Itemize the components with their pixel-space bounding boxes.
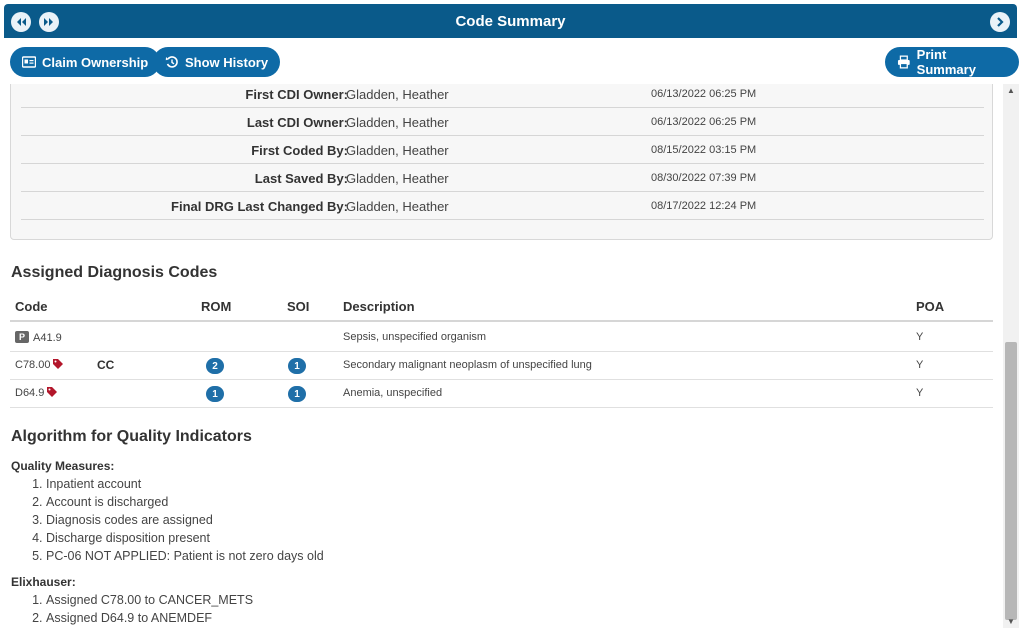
quality-measures-title: Quality Measures:: [11, 459, 115, 473]
owner-row: Last Saved By: Gladden, Heather 08/30/2022…: [21, 164, 984, 192]
list-item: Assigned D64.9 to ANEMDEF: [46, 609, 253, 627]
list-item: Assigned C78.00 to CANCER_METS: [46, 591, 253, 609]
col-rom: ROM: [201, 299, 232, 314]
rom-badge: 2: [206, 358, 224, 374]
owner-name: Gladden, Heather: [346, 115, 449, 130]
diagnosis-table-header: Code ROM SOI Description POA: [10, 294, 993, 322]
soi-badge: 1: [288, 358, 306, 374]
owner-name: Gladden, Heather: [346, 199, 449, 214]
elixhauser-list: Assigned C78.00 to CANCER_METSAssigned D…: [46, 591, 253, 627]
quality-measures-list: Inpatient accountAccount is dischargedDi…: [46, 475, 324, 565]
double-chevron-right-icon[interactable]: [39, 12, 59, 32]
show-history-button[interactable]: Show History: [153, 47, 281, 77]
scroll-down-icon[interactable]: ▼: [1007, 617, 1015, 626]
owner-date: 08/17/2022 12:24 PM: [651, 200, 757, 212]
list-item: Discharge disposition present: [46, 529, 324, 547]
owner-row: Last CDI Owner: Gladden, Heather 06/13/202…: [21, 108, 984, 136]
diagnosis-heading: Assigned Diagnosis Codes: [11, 264, 218, 281]
claim-ownership-label: Claim Ownership: [42, 54, 149, 70]
soi-badge: 1: [288, 386, 306, 402]
diagnosis-description: Secondary malignant neoplasm of unspecif…: [343, 359, 592, 371]
diagnosis-code: A41.9: [33, 332, 62, 344]
printer-icon: [897, 55, 910, 69]
diagnosis-row[interactable]: P A41.9 Sepsis, unspecified organism Y: [10, 324, 993, 352]
owner-label: Last CDI Owner:: [246, 115, 348, 130]
col-description: Description: [343, 299, 415, 314]
owner-date: 06/13/2022 06:25 PM: [651, 88, 757, 100]
window-titlebar: Code Summary: [4, 4, 1017, 38]
rom-badge: 1: [206, 386, 224, 402]
owner-name: Gladden, Heather: [346, 143, 449, 158]
diagnosis-code: C78.00: [15, 359, 51, 371]
history-icon: [165, 56, 178, 68]
owner-name: Gladden, Heather: [346, 87, 449, 102]
show-history-label: Show History: [185, 54, 269, 70]
content-scroll-area[interactable]: First CDI Owner: Gladden, Heather 06/13/20…: [0, 84, 1003, 628]
id-card-icon: [22, 56, 36, 68]
double-chevron-left-icon[interactable]: [11, 12, 31, 32]
owner-row: First CDI Owner: Gladden, Heather 06/13/20…: [21, 84, 984, 108]
list-item: PC-06 NOT APPLIED: Patient is not zero d…: [46, 547, 324, 565]
owner-label: Final DRG Last Changed By:: [171, 199, 348, 214]
cc-label: CC: [97, 358, 115, 372]
ownership-panel: First CDI Owner: Gladden, Heather 06/13/20…: [10, 84, 993, 240]
code-cell: C78.00: [15, 359, 64, 371]
code-cell: P A41.9: [15, 331, 62, 344]
col-poa: POA: [916, 299, 945, 314]
col-code: Code: [15, 299, 48, 314]
poa-value: Y: [916, 331, 924, 343]
owner-label: First CDI Owner:: [245, 87, 348, 102]
owner-row: First Coded By: Gladden, Heather 08/15/202…: [21, 136, 984, 164]
print-summary-label: Print Summary: [916, 47, 976, 77]
owner-row: Final DRG Last Changed By: Gladden, Heath…: [21, 192, 984, 220]
list-item: Account is discharged: [46, 493, 324, 511]
quality-heading: Algorithm for Quality Indicators: [11, 428, 252, 445]
diagnosis-code: D64.9: [15, 387, 45, 399]
diagnosis-description: Anemia, unspecified: [343, 387, 443, 399]
diagnosis-description: Sepsis, unspecified organism: [343, 331, 487, 343]
window-title: Code Summary: [455, 12, 566, 30]
diagnosis-row[interactable]: C78.00 CC 2 1 Secondary malignant neoplasm o…: [10, 352, 993, 380]
scroll-up-icon[interactable]: ▲: [1007, 86, 1015, 95]
poa-value: Y: [916, 387, 924, 399]
col-soi: SOI: [287, 299, 310, 314]
poa-value: Y: [916, 359, 924, 371]
owner-label: First Coded By:: [251, 143, 348, 158]
chevron-right-icon[interactable]: [990, 12, 1010, 32]
owner-date: 08/30/2022 07:39 PM: [651, 172, 757, 184]
owner-label: Last Saved By:: [254, 171, 348, 186]
tag-icon: [53, 359, 64, 369]
scrollbar-thumb[interactable]: [1005, 342, 1017, 620]
diagnosis-row[interactable]: D64.9 1 1 Anemia, unspecified Y: [10, 380, 993, 408]
vertical-scrollbar[interactable]: ▲ ▼: [1003, 84, 1019, 628]
list-item: Diagnosis codes are assigned: [46, 511, 324, 529]
owner-name: Gladden, Heather: [346, 171, 449, 186]
list-item: Inpatient account: [46, 475, 324, 493]
owner-date: 06/13/2022 06:25 PM: [651, 116, 757, 128]
elixhauser-title: Elixhauser:: [11, 575, 76, 589]
action-toolbar: Claim Ownership Show History Print Summa…: [0, 38, 1019, 84]
principal-badge: P: [15, 331, 30, 343]
tag-icon: [47, 387, 58, 397]
code-cell: D64.9: [15, 387, 58, 399]
claim-ownership-button[interactable]: Claim Ownership: [10, 47, 161, 77]
print-summary-button[interactable]: Print Summary: [885, 47, 1019, 77]
owner-date: 08/15/2022 03:15 PM: [651, 144, 757, 156]
